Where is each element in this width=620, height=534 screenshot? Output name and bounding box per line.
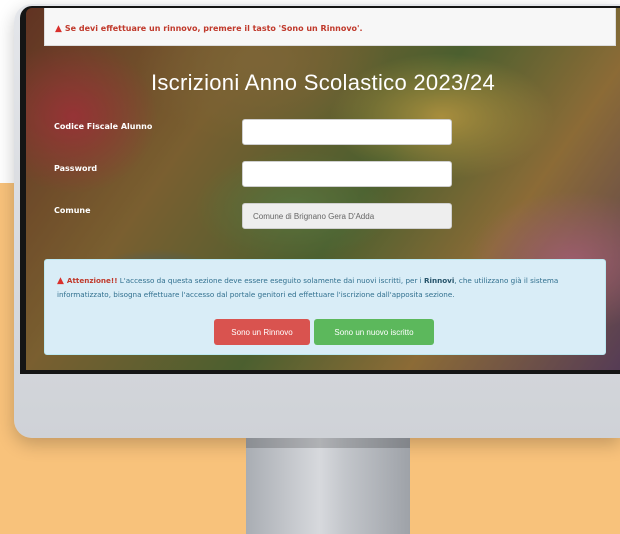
top-alert: ▲ Se devi effettuare un rinnovo, premere … bbox=[44, 8, 616, 46]
attention-label: Attenzione!! bbox=[66, 276, 118, 285]
monitor-stand bbox=[246, 438, 410, 534]
codice-fiscale-label: Codice Fiscale Alunno bbox=[54, 122, 153, 131]
info-text-part1: L'accesso da questa sezione deve essere … bbox=[117, 276, 424, 285]
top-alert-text: Se devi effettuare un rinnovo, premere i… bbox=[64, 24, 363, 33]
sono-un-rinnovo-button[interactable]: Sono un Rinnovo bbox=[214, 319, 310, 345]
warning-triangle-icon: ▲ bbox=[57, 276, 64, 286]
sono-un-nuovo-iscritto-button[interactable]: Sono un nuovo iscritto bbox=[314, 319, 434, 345]
page-title: Iscrizioni Anno Scolastico 2023/24 bbox=[150, 70, 496, 95]
codice-fiscale-input[interactable] bbox=[242, 119, 452, 145]
comune-field: Comune di Brignano Gera D'Adda bbox=[242, 203, 452, 229]
rinnovi-word: Rinnovi bbox=[423, 276, 455, 285]
warning-triangle-icon: ▲ bbox=[55, 24, 62, 34]
password-input[interactable] bbox=[242, 161, 452, 187]
monitor-chin bbox=[14, 374, 620, 438]
comune-label: Comune bbox=[54, 206, 91, 215]
monitor-stand-shadow bbox=[246, 438, 410, 448]
password-label: Password bbox=[54, 164, 98, 173]
monitor-screen: ▲ Se devi effettuare un rinnovo, premere … bbox=[26, 8, 620, 370]
